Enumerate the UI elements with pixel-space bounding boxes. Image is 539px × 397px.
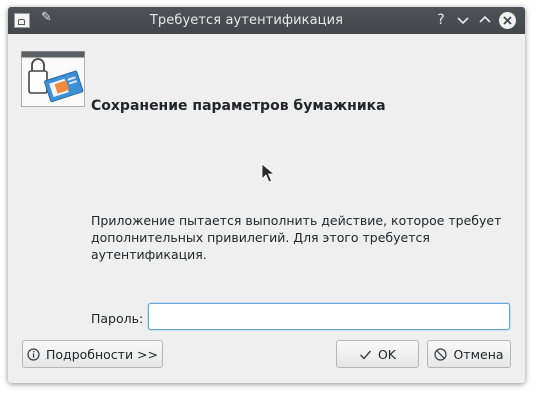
app-lock-icon[interactable] <box>14 13 30 28</box>
dialog-heading: Сохранение параметров бумажника <box>91 98 386 114</box>
cancel-button-label: Отмена <box>453 346 504 362</box>
titlebar[interactable]: ✎ Требуется аутентификация ? <box>8 7 525 34</box>
minimize-button[interactable] <box>454 11 472 29</box>
window-title: Требуется аутентификация <box>149 13 344 28</box>
close-button[interactable] <box>499 12 516 29</box>
maximize-button[interactable] <box>476 11 494 29</box>
password-field[interactable] <box>148 303 510 330</box>
password-label: Пароль: <box>91 311 144 326</box>
pin-icon[interactable]: ✎ <box>41 10 52 25</box>
lock-document-icon <box>21 51 85 107</box>
details-button[interactable]: Подробности >> <box>22 340 163 368</box>
details-button-label: Подробности >> <box>46 346 158 362</box>
info-icon <box>27 347 40 361</box>
dialog-message: Приложение пытается выполнить действие, … <box>91 213 502 262</box>
cancel-button[interactable]: Отмена <box>427 340 511 368</box>
cancel-icon <box>434 347 448 361</box>
ok-button-label: OK <box>377 346 397 362</box>
checkmark-icon <box>359 348 372 361</box>
close-icon <box>503 16 512 25</box>
auth-dialog-window: ✎ Требуется аутентификация ? Сохранение … <box>8 7 525 383</box>
help-button[interactable]: ? <box>432 11 450 29</box>
mouse-cursor-icon <box>261 163 275 183</box>
ok-button[interactable]: OK <box>336 340 419 368</box>
